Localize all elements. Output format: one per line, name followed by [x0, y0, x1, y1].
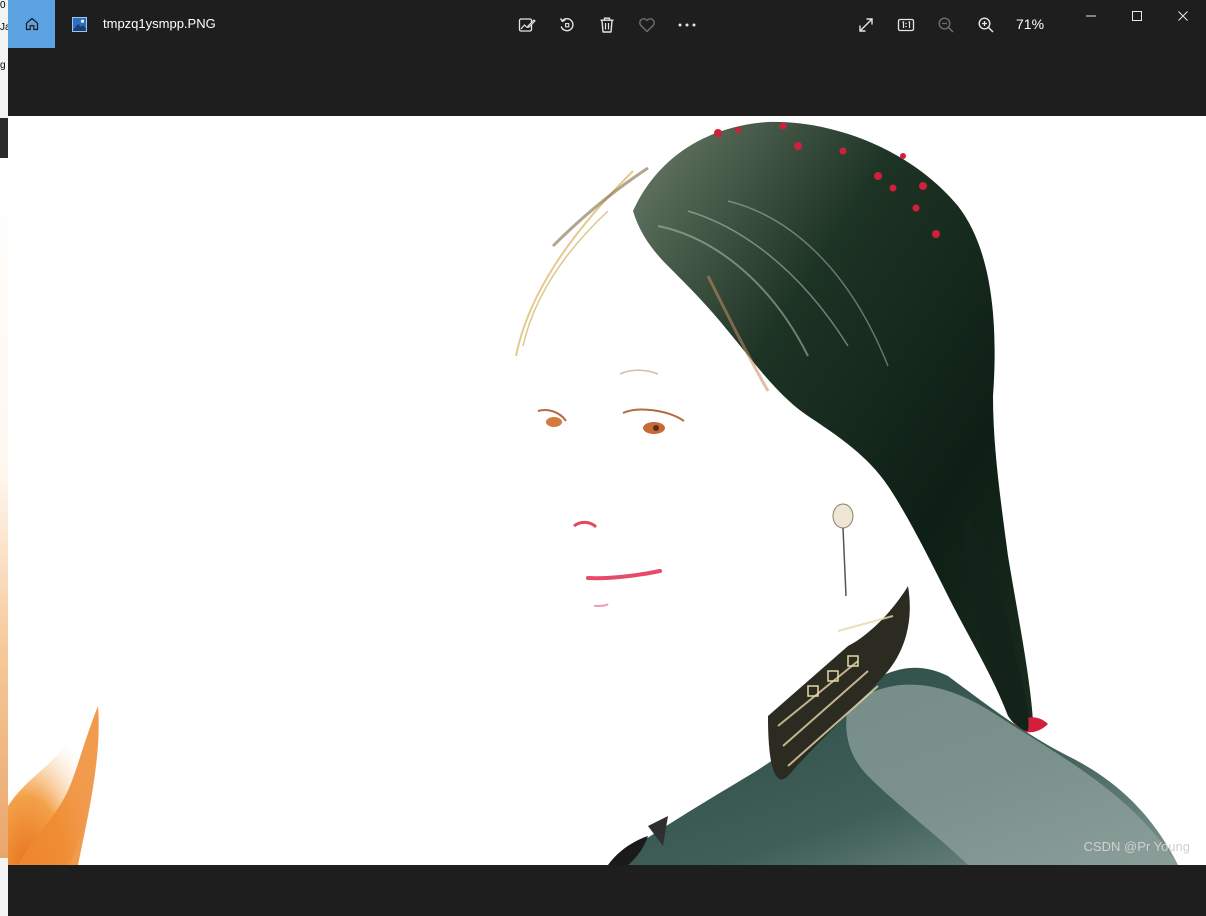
- background-window-text: Ja: [0, 22, 8, 33]
- image-file-icon: [72, 17, 87, 32]
- background-window-panel: [0, 118, 8, 158]
- more-options-icon: [678, 23, 696, 27]
- file-name: tmpzq1ysmpp.PNG: [103, 16, 216, 31]
- zoom-out-icon: [938, 17, 954, 33]
- background-window-text: 0: [0, 0, 6, 11]
- more-options-button[interactable]: [674, 12, 700, 38]
- rotate-button[interactable]: [554, 12, 580, 38]
- rotate-icon: [559, 18, 574, 32]
- close-icon: [1178, 11, 1188, 21]
- close-button[interactable]: [1160, 0, 1206, 32]
- edit-image-button[interactable]: [514, 12, 540, 38]
- fullscreen-icon: [859, 18, 873, 32]
- photo-canvas[interactable]: CSDN @Pr Young: [8, 116, 1206, 865]
- title-bar: tmpzq1ysmpp.PNG 71%: [8, 0, 1206, 48]
- maximize-icon: [1132, 11, 1142, 21]
- favorite-heart-icon: [639, 18, 655, 33]
- actual-size-button[interactable]: [893, 12, 919, 38]
- background-window-edge: 0 Ja g: [0, 0, 8, 916]
- maximize-button[interactable]: [1114, 0, 1160, 32]
- delete-icon: [600, 17, 614, 33]
- zoom-out-button[interactable]: [933, 12, 959, 38]
- zoom-in-button[interactable]: [973, 12, 999, 38]
- fullscreen-button[interactable]: [853, 12, 879, 38]
- home-button[interactable]: [8, 0, 55, 48]
- photo-viewer-window: tmpzq1ysmpp.PNG 71% CSDN @Pr Young: [8, 0, 1206, 916]
- delete-button[interactable]: [594, 12, 620, 38]
- watermark: CSDN @Pr Young: [1083, 839, 1190, 854]
- actual-size-icon: [897, 18, 915, 32]
- favorite-button[interactable]: [634, 12, 660, 38]
- background-window-panel: [0, 158, 8, 858]
- minimize-button[interactable]: [1068, 0, 1114, 32]
- zoom-in-icon: [978, 17, 994, 33]
- home-icon: [25, 17, 38, 31]
- portrait-photo: [8, 116, 1206, 865]
- minimize-icon: [1086, 15, 1096, 17]
- zoom-level-label: 71%: [1016, 16, 1045, 32]
- edit-image-icon: [518, 18, 536, 32]
- background-window-text: g: [0, 60, 6, 71]
